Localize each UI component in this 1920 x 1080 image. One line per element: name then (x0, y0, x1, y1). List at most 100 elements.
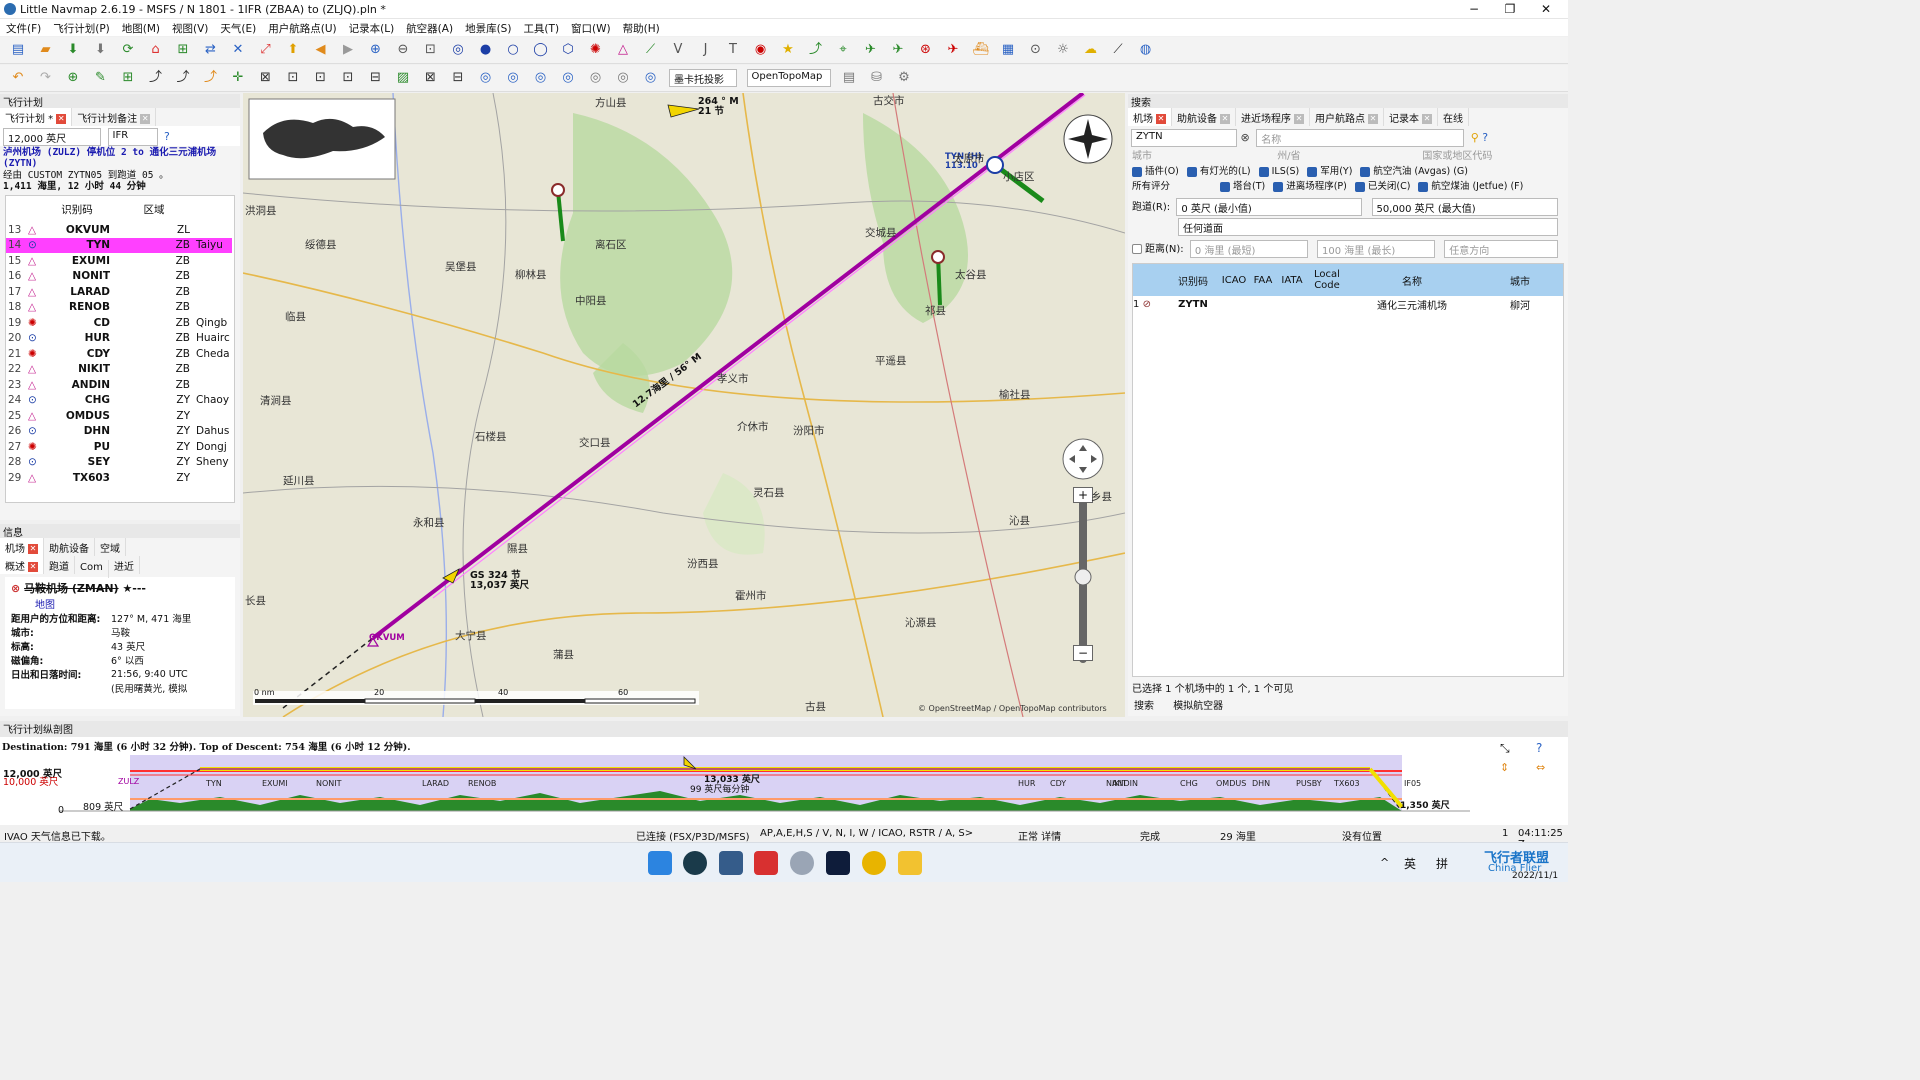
route3-icon[interactable]: ⊡ (337, 67, 359, 89)
table-row[interactable]: 23 △ ANDIN ZB (6, 377, 232, 393)
map-canvas[interactable] (243, 93, 1125, 717)
range3-icon[interactable]: ◎ (557, 67, 579, 89)
tab-search-airport[interactable]: 机场 ✕ (1128, 108, 1172, 126)
table-row[interactable]: 1 ⊘ ZYTN 通化三元浦机场 柳河 (1133, 296, 1563, 312)
filter-checkbox[interactable] (1132, 166, 1142, 177)
runway-min-input[interactable]: 0 英尺 (最小值) (1176, 198, 1363, 216)
ime-indicator[interactable]: 拼 (1436, 855, 1448, 872)
direct-icon[interactable]: ⤢ (255, 39, 277, 61)
menu-weather[interactable]: 天气(E) (214, 19, 262, 36)
globe-icon[interactable]: ◍ (1135, 39, 1157, 61)
edit-icon[interactable]: ✎ (90, 67, 112, 89)
range4-icon[interactable]: ◎ (585, 67, 607, 89)
table-row[interactable]: 18 △ RENOB ZB (6, 300, 232, 316)
surface-select[interactable]: 任何道面 (1178, 218, 1558, 236)
measure-icon[interactable]: ◎ (475, 67, 497, 89)
chrome-icon[interactable] (862, 851, 886, 875)
ident-input[interactable]: ZYTN (1131, 129, 1237, 147)
menu-map[interactable]: 地图(M) (116, 19, 166, 36)
menu-view[interactable]: 视图(V) (166, 19, 214, 36)
col-name[interactable]: 名称 (1347, 264, 1477, 296)
clear-input-icon[interactable]: ⊗ (1241, 131, 1250, 144)
route2-icon[interactable]: ⊡ (310, 67, 332, 89)
city-input[interactable]: 城市 (1132, 147, 1274, 162)
ai-aircraft-icon[interactable]: ✈ (887, 39, 909, 61)
tab-airport[interactable]: 机场 ✕ (0, 538, 44, 556)
calc-route-icon[interactable]: ✕ (227, 39, 249, 61)
table-row[interactable]: 17 △ LARAD ZB (6, 284, 232, 300)
projection-select[interactable]: 墨卡托投影 (669, 69, 737, 87)
ship-icon[interactable]: ⛴ (970, 39, 992, 61)
direction-select[interactable]: 任意方向 (1444, 240, 1559, 258)
weather-icon[interactable]: ☁ (1080, 39, 1102, 61)
add-icon[interactable]: ⊞ (172, 39, 194, 61)
filter-option[interactable]: 航空汽油 (Avgas) (G) (1360, 166, 1468, 177)
little-navmap-icon[interactable] (790, 851, 814, 875)
menu-logbook[interactable]: 记录本(L) (343, 19, 401, 36)
table-row[interactable]: 16 △ NONIT ZB (6, 269, 232, 285)
close-icon[interactable]: ✕ (1220, 114, 1230, 124)
export-icon[interactable]: ⬆ (282, 39, 304, 61)
zoom-slider-handle[interactable] (1074, 568, 1092, 586)
filter-option[interactable]: 军用(Y) (1307, 166, 1352, 177)
app1-icon[interactable] (683, 851, 707, 875)
menu-window[interactable]: 窗口(W) (565, 19, 617, 36)
center-aircraft-icon[interactable]: ⊛ (915, 39, 937, 61)
table-row[interactable]: 20 ⊙ HUR ZB Huairc (6, 331, 232, 347)
start-icon[interactable] (648, 851, 672, 875)
reload-icon[interactable]: ⟳ (117, 39, 139, 61)
distance-checkbox[interactable] (1132, 244, 1142, 254)
calc-icon[interactable]: ⊕ (62, 67, 84, 89)
runway-max-input[interactable]: 50,000 英尺 (最大值) (1371, 198, 1558, 216)
tab-com[interactable]: Com (75, 560, 109, 578)
star-icon[interactable]: ★ (777, 39, 799, 61)
tab-flightplan-notes[interactable]: 飞行计划备注 ✕ (72, 108, 157, 126)
col-icao[interactable]: ICAO (1219, 264, 1249, 296)
tab-search-userpoint[interactable]: 用户航路点 ✕ (1310, 108, 1384, 126)
table-row[interactable]: 21 ✺ CDY ZB Cheda (6, 346, 232, 362)
close-icon[interactable]: ✕ (28, 544, 38, 554)
tab-search-procedure[interactable]: 进近场程序 ✕ (1236, 108, 1310, 126)
state-input[interactable]: 州/省 (1277, 147, 1419, 162)
filter-checkbox[interactable] (1220, 181, 1230, 192)
app3-icon[interactable] (754, 851, 778, 875)
menu-file[interactable]: 文件(F) (0, 19, 47, 36)
victor-icon[interactable]: ⬡ (557, 39, 579, 61)
language-indicator[interactable]: 英 (1404, 855, 1416, 872)
country-input[interactable]: 国家或地区代码 (1422, 151, 1492, 162)
col-ident[interactable]: 识别码 (1167, 264, 1219, 296)
airport-zbyy-icon[interactable] (931, 250, 945, 264)
help-icon[interactable]: ? (1536, 741, 1542, 755)
filter-option[interactable]: 插件(O) (1132, 166, 1179, 177)
table-row[interactable]: 28 ⊙ SEY ZY Sheny (6, 455, 232, 471)
table-row[interactable]: 19 ✺ CD ZB Qingb (6, 315, 232, 331)
menu-userpoints[interactable]: 用户航路点(U) (262, 19, 342, 36)
altitude-input[interactable]: 12,000 英尺 (3, 128, 101, 146)
range5-icon[interactable]: ◎ (612, 67, 634, 89)
clear-icon[interactable]: ⊠ (420, 67, 442, 89)
circle-icon[interactable]: ⊙ (1025, 39, 1047, 61)
airway-icon[interactable]: J (695, 39, 717, 61)
close-icon[interactable]: ✕ (1156, 114, 1166, 124)
filter-checkbox[interactable] (1360, 166, 1371, 177)
menu-scenery[interactable]: 地景库(S) (459, 19, 517, 36)
tray-chevron-icon[interactable]: ^ (1380, 856, 1389, 869)
home-icon[interactable]: ⌂ (145, 39, 167, 61)
database-icon[interactable]: ⛁ (866, 67, 888, 89)
search-map-icon[interactable]: ⊡ (282, 67, 304, 89)
filter-checkbox[interactable] (1354, 181, 1365, 192)
tab-sim-aircraft[interactable]: 模拟航空器 (1173, 701, 1223, 712)
tab-flightplan[interactable]: 飞行计划 * ✕ (0, 108, 73, 126)
open-plan-icon[interactable]: ▰ (35, 39, 57, 61)
settings-icon[interactable]: ⚙ (893, 67, 915, 89)
range2-icon[interactable]: ◎ (530, 67, 552, 89)
distance-min-input[interactable]: 0 海里 (最短) (1189, 240, 1308, 258)
map-view[interactable]: GS 324 节 13,037 英尺 264 ° M 21 节 12.7海里 /… (243, 93, 1125, 717)
print-icon[interactable]: ⊟ (447, 67, 469, 89)
redo-icon[interactable]: ↷ (35, 67, 57, 89)
range6-icon[interactable]: ◎ (640, 67, 662, 89)
close-icon[interactable]: ✕ (1422, 114, 1432, 124)
tab-overview[interactable]: 概述 ✕ (0, 556, 44, 574)
table-row[interactable]: 26 ⊙ DHN ZY Dahus (6, 424, 232, 440)
app4-icon[interactable] (826, 851, 850, 875)
